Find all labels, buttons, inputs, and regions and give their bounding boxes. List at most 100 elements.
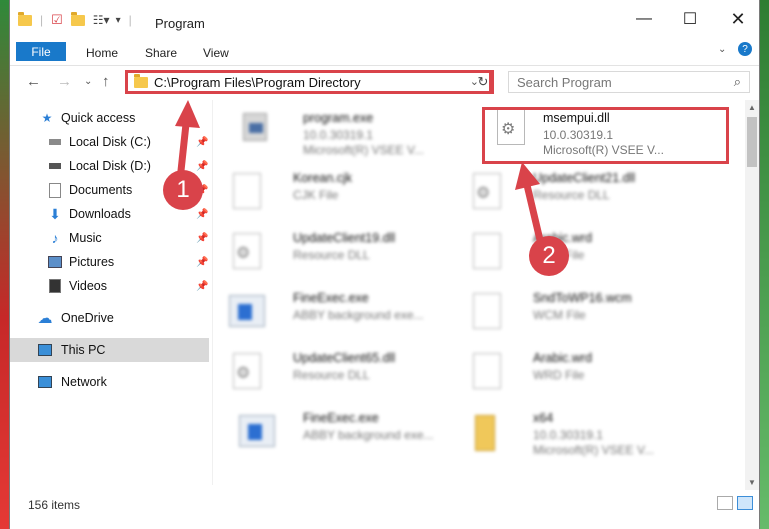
app-window-icon <box>225 289 265 333</box>
help-icon[interactable]: ? <box>738 42 752 56</box>
app-window-icon <box>235 409 275 453</box>
file-item[interactable]: ⚙ UpdateClient19.dll Resource DLL <box>215 222 445 276</box>
file-item[interactable]: Arabic.wrd WRD File <box>455 342 685 396</box>
minimize-button[interactable]: — <box>624 4 664 34</box>
pin-icon[interactable]: 📌 <box>196 281 208 292</box>
sidebar-item-label: Network <box>61 375 107 389</box>
recent-locations-icon[interactable]: ⌄ <box>84 76 92 87</box>
pin-icon[interactable]: 📌 <box>196 161 208 172</box>
search-icon[interactable]: ⌕ <box>734 74 741 90</box>
folder-icon <box>134 73 148 88</box>
scrollbar-thumb[interactable] <box>747 117 757 167</box>
pane-divider <box>212 100 213 485</box>
drive-icon <box>48 135 62 149</box>
file-name: program.exe <box>303 111 374 125</box>
refresh-icon[interactable]: ↻ <box>475 70 494 94</box>
pin-icon[interactable]: 📌 <box>196 233 208 244</box>
customize-icon[interactable]: ☷▾ <box>93 13 110 27</box>
sidebar-item-label: Documents <box>69 183 133 197</box>
sidebar-item-pictures[interactable]: Pictures 📌 <box>10 250 209 274</box>
properties-icon[interactable]: ☑ <box>51 12 63 28</box>
vertical-scrollbar[interactable]: ▲ ▼ <box>745 100 759 490</box>
dll-gear-icon: ⚙ <box>465 169 501 213</box>
star-icon: ★ <box>41 111 53 125</box>
toolbar-separator: | <box>40 13 44 27</box>
file-item[interactable]: ⚙ UpdateClient21.dll Resource DLL <box>455 162 685 216</box>
file-type: Resource DLL <box>293 368 370 382</box>
sidebar-item-label: Quick access <box>61 111 136 125</box>
drive-icon <box>48 159 62 173</box>
window-title: Program <box>155 16 205 31</box>
close-button[interactable]: ✕ <box>718 4 758 34</box>
music-icon: ♪ <box>51 230 59 246</box>
maximize-button[interactable]: ☐ <box>670 4 710 34</box>
file-name: Korean.cjk <box>293 171 353 185</box>
details-view-icon[interactable] <box>717 496 733 510</box>
file-type: Resource DLL <box>293 248 370 262</box>
tiles-view-icon[interactable] <box>737 496 753 510</box>
download-icon: ⬇ <box>49 205 61 222</box>
ribbon-expand-icon[interactable]: ⌄ <box>718 44 726 55</box>
explorer-window: | ☑ ☷▾ ▾ | Program — ☐ ✕ File Home Share… <box>10 0 759 529</box>
tab-view[interactable]: View <box>203 43 229 63</box>
file-item[interactable]: SndToWP16.wcm WCM File <box>455 282 685 336</box>
file-name: Arabic.wrd <box>533 351 593 365</box>
back-arrow-icon[interactable]: ← <box>26 73 41 90</box>
pin-icon[interactable]: 📌 <box>196 209 208 220</box>
sidebar-item-local-disk-c[interactable]: Local Disk (C:) 📌 <box>10 130 209 154</box>
doc-icon <box>465 229 501 273</box>
tab-share[interactable]: Share <box>145 43 177 63</box>
documents-icon <box>48 182 62 198</box>
file-name: UpdateClient19.dll <box>293 231 396 245</box>
sidebar-item-videos[interactable]: Videos 📌 <box>10 274 209 298</box>
cloud-icon: ☁ <box>37 310 53 327</box>
up-arrow-icon[interactable]: ↑ <box>102 73 110 90</box>
item-count: 156 items <box>28 498 81 512</box>
sidebar-item-network[interactable]: Network <box>10 370 209 394</box>
tab-file[interactable]: File <box>16 42 66 61</box>
file-name: FineExec.exe <box>293 291 369 305</box>
file-item[interactable]: Arabic.wrd WRD File <box>455 222 685 276</box>
file-item[interactable]: ⚙ UpdateClient65.dll Resource DLL <box>215 342 445 396</box>
pin-icon[interactable]: 📌 <box>196 137 208 148</box>
sidebar-item-label: Local Disk (C:) <box>69 135 151 149</box>
sidebar-item-label: Music <box>69 231 102 245</box>
sidebar-item-label: Local Disk (D:) <box>69 159 151 173</box>
file-item[interactable]: program.exe 10.0.30319.1 Microsoft(R) VS… <box>225 102 455 157</box>
file-type: Resource DLL <box>533 188 610 202</box>
sidebar-item-quick-access[interactable]: ★ Quick access <box>10 106 209 130</box>
search-input[interactable]: Search Program ⌕ <box>508 71 750 93</box>
file-type: WRD File <box>533 368 585 382</box>
doc-icon <box>225 169 261 213</box>
file-name: UpdateClient21.dll <box>533 171 636 185</box>
file-name: x64 <box>533 411 554 425</box>
file-version: 10.0.30319.1 <box>533 428 604 442</box>
address-bar[interactable]: C:\Program Files\Program Directory ⌄ <box>125 70 492 94</box>
scroll-up-icon[interactable]: ▲ <box>748 103 756 112</box>
file-description: Microsoft(R) VSEE V... <box>533 443 654 457</box>
sidebar-item-music[interactable]: ♪ Music 📌 <box>10 226 209 250</box>
file-item[interactable]: Korean.cjk CJK File <box>215 162 445 216</box>
step-badge-1: 1 <box>163 170 203 210</box>
desktop-wallpaper-right <box>759 0 769 529</box>
file-item[interactable]: FineExec.exe ABBY background exe... <box>225 402 455 456</box>
network-icon <box>38 375 52 389</box>
forward-arrow-icon[interactable]: → <box>57 73 72 90</box>
navigation-pane: ★ Quick access Local Disk (C:) 📌 Local D… <box>10 100 209 490</box>
chevron-down-icon[interactable]: ▾ <box>116 15 121 26</box>
exe-icon <box>235 109 269 153</box>
sidebar-item-this-pc[interactable]: This PC <box>10 338 209 362</box>
file-item[interactable]: x64 10.0.30319.1 Microsoft(R) VSEE V... <box>455 402 685 457</box>
file-type: ABBY background exe... <box>303 428 434 442</box>
file-name: UpdateClient65.dll <box>293 351 396 365</box>
file-description: Microsoft(R) VSEE V... <box>303 143 424 157</box>
pin-icon[interactable]: 📌 <box>196 257 208 268</box>
scroll-down-icon[interactable]: ▼ <box>748 478 756 487</box>
computer-icon <box>38 343 52 357</box>
sidebar-item-onedrive[interactable]: ☁ OneDrive <box>10 306 209 330</box>
new-folder-icon[interactable] <box>70 11 85 26</box>
pictures-icon <box>48 255 62 269</box>
sidebar-item-label: Pictures <box>69 255 115 269</box>
file-item[interactable]: FineExec.exe ABBY background exe... <box>215 282 445 336</box>
tab-home[interactable]: Home <box>86 43 118 63</box>
